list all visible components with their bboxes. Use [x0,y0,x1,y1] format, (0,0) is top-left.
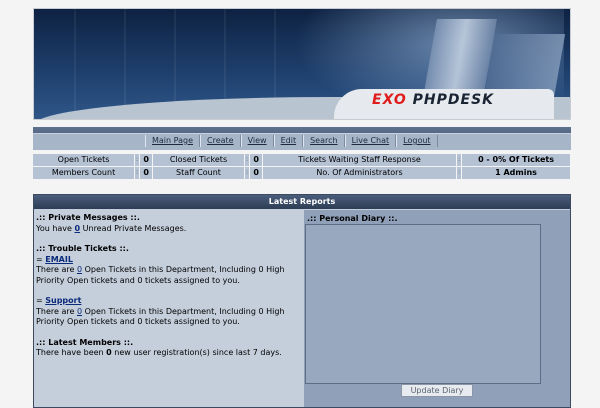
nav-bar: Main Page Create View Edit Search Live C… [33,127,571,150]
nav-search[interactable]: Search [303,135,345,147]
department-link-support[interactable]: Support [45,296,81,305]
stat-value-members-count: 0 [140,167,152,179]
app-logo: EXO PHPDESK [372,92,494,108]
diary-title: .:: Personal Diary ::. [307,214,398,223]
reports-column: .:: Private Messages ::. You have 0 Unre… [35,210,302,407]
private-messages-title: .:: Private Messages ::. [36,213,140,222]
stats-row: Open Tickets : 0 Closed Tickets : 0 Tick… [33,154,571,166]
nav-live-chat[interactable]: Live Chat [344,135,397,147]
stat-value-closed-tickets: 0 [250,154,262,166]
stats-row: Members Count : 0 Staff Count : 0 No. Of… [33,167,571,179]
nav-view[interactable]: View [240,135,274,147]
logo-phpdesk-text: PHPDESK [412,92,494,108]
header-banner: EXO PHPDESK [33,8,571,120]
private-messages-text: You have 0 Unread Private Messages. [36,223,187,233]
stat-label-closed-tickets: Closed Tickets [152,154,245,166]
stats-table: Open Tickets : 0 Closed Tickets : 0 Tick… [33,154,571,180]
stat-label-staff-count: Staff Count [152,167,245,179]
latest-members-text: There have been 0 new user registration(… [36,348,282,357]
update-diary-button[interactable]: Update Diary [401,384,473,397]
page-wrapper: EXO PHPDESK Main Page Create View Edit S… [33,8,571,408]
nav-main-page[interactable]: Main Page [145,135,201,147]
stat-value-staff-count: 0 [250,167,262,179]
trouble-tickets-title: .:: Trouble Tickets ::. [36,244,129,253]
stat-label-administrators: No. Of Administrators [262,167,457,179]
department-item: = Support [36,296,82,305]
logo-exo-text: EXO [372,92,407,108]
latest-reports-panel: Latest Reports .:: Private Messages ::. … [33,194,571,408]
nav-logout[interactable]: Logout [396,135,438,147]
nav-create[interactable]: Create [200,135,241,147]
department-summary: There are 0 Open Tickets in this Departm… [36,306,285,327]
department-summary: There are 0 Open Tickets in this Departm… [36,265,285,285]
diary-textarea[interactable] [305,224,541,384]
latest-members-title: .:: Latest Members ::. [36,337,134,347]
stat-label-open-tickets: Open Tickets [33,154,135,166]
department-link-email[interactable]: EMAIL [45,255,73,264]
department-item: = EMAIL [36,254,73,264]
panel-title: Latest Reports [34,195,570,209]
stat-label-waiting-response: Tickets Waiting Staff Response [262,154,457,166]
nav-edit[interactable]: Edit [273,135,304,147]
diary-column: .:: Personal Diary ::. Update Diary [304,210,570,407]
stat-value-open-tickets: 0 [140,154,152,166]
stat-label-members-count: Members Count [33,167,135,179]
stat-value-administrators: 1 Admins [462,167,571,179]
stat-value-waiting-response: 0 - 0% Of Tickets [462,154,571,166]
